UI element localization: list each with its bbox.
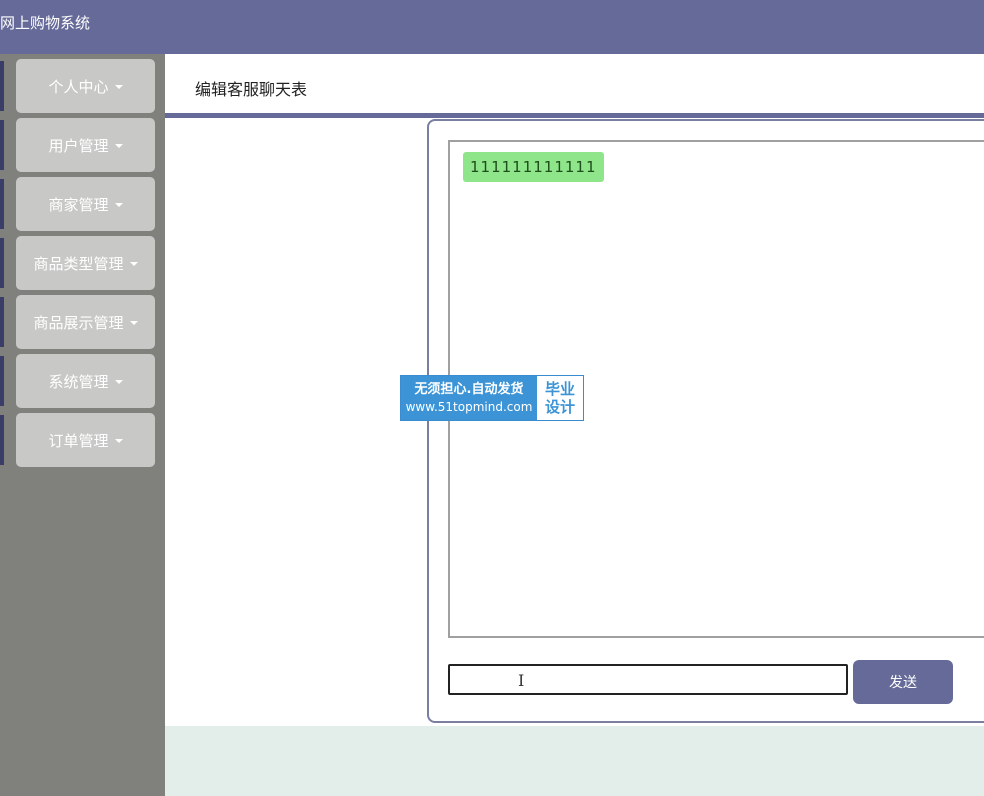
watermark-badge-line1: 毕业 xyxy=(544,380,575,398)
watermark-slogan: 无须担心.自动发货 xyxy=(414,382,524,397)
sidebar-item-accent xyxy=(0,415,4,465)
sidebar-item-label: 个人中心 xyxy=(48,77,109,96)
sidebar-item-accent xyxy=(0,61,4,111)
footer-area xyxy=(165,726,984,796)
watermark-badge-line2: 设计 xyxy=(544,398,575,416)
sidebar-item-label: 用户管理 xyxy=(48,136,109,155)
caret-down-icon xyxy=(129,262,138,266)
sidebar-item-label: 商品类型管理 xyxy=(33,254,124,273)
sidebar-item-label: 商品展示管理 xyxy=(33,313,124,332)
sidebar-item-accent xyxy=(0,179,4,229)
send-button[interactable]: 发送 xyxy=(853,660,953,704)
sidebar-item-personal-center[interactable]: 个人中心 xyxy=(0,59,155,113)
caret-down-icon xyxy=(114,144,123,148)
watermark-url: www.51topmind.com xyxy=(405,400,533,414)
sidebar-item-label: 系统管理 xyxy=(48,372,109,391)
sidebar-item-system-management[interactable]: 系统管理 xyxy=(0,354,155,408)
sidebar-item-accent xyxy=(0,297,4,347)
sidebar-item-accent xyxy=(0,120,4,170)
sidebar-item-merchant-management[interactable]: 商家管理 xyxy=(0,177,155,231)
sidebar-item-accent xyxy=(0,238,4,288)
sidebar-item-label: 商家管理 xyxy=(48,195,109,214)
caret-down-icon xyxy=(129,321,138,325)
chat-message-bubble: 111111111111 xyxy=(463,152,604,182)
caret-down-icon xyxy=(114,85,123,89)
page-title: 编辑客服聊天表 xyxy=(195,80,308,99)
sidebar: 个人中心 用户管理 商家管理 商品类型管理 商品展示管理 系统管理 订单管理 xyxy=(0,54,165,796)
sidebar-item-accent xyxy=(0,356,4,406)
caret-down-icon xyxy=(114,203,123,207)
text-cursor-icon: I xyxy=(518,671,525,690)
breadcrumb: 编辑客服聊天表 xyxy=(165,54,984,118)
sidebar-item-product-type-management[interactable]: 商品类型管理 xyxy=(0,236,155,290)
top-bar: 网上购物系统 xyxy=(0,0,984,54)
sidebar-item-label: 订单管理 xyxy=(48,431,109,450)
caret-down-icon xyxy=(114,439,123,443)
watermark-badge: 毕业 设计 xyxy=(537,376,583,420)
sidebar-item-user-management[interactable]: 用户管理 xyxy=(0,118,155,172)
caret-down-icon xyxy=(114,380,123,384)
app-title: 网上购物系统 xyxy=(0,14,91,32)
watermark-text-block: 无须担心.自动发货 www.51topmind.com xyxy=(401,376,537,420)
chat-message-input[interactable] xyxy=(448,664,848,695)
sidebar-item-order-management[interactable]: 订单管理 xyxy=(0,413,155,467)
sidebar-item-product-display-management[interactable]: 商品展示管理 xyxy=(0,295,155,349)
watermark-logo: 无须担心.自动发货 www.51topmind.com 毕业 设计 xyxy=(400,375,584,421)
